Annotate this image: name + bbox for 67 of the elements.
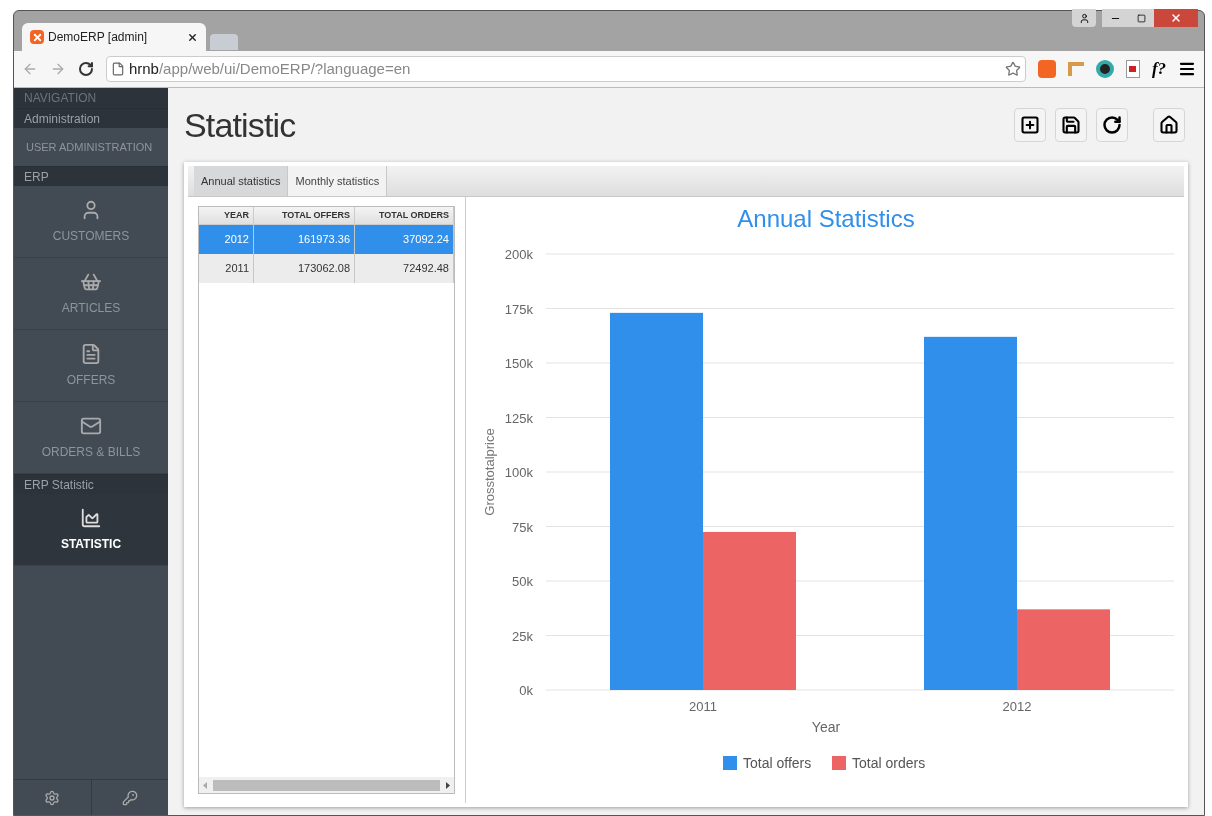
settings-icon — [44, 789, 61, 806]
scrollbar-thumb[interactable] — [213, 779, 440, 791]
add-icon — [1020, 115, 1040, 135]
sidebar-item[interactable]: STATISTIC — [14, 494, 168, 566]
extension-button[interactable]: f? — [1151, 56, 1167, 82]
bookmark-star-icon[interactable] — [1005, 61, 1021, 77]
save-button[interactable] — [1055, 108, 1087, 142]
y-tick-label: 125k — [504, 410, 533, 426]
refresh-button[interactable] — [1096, 108, 1128, 142]
page-title: Statistic — [184, 104, 296, 146]
x-tick-label: 2011 — [689, 699, 717, 714]
table-cell: 173062.08 — [254, 254, 355, 283]
app-logo-icon — [30, 30, 44, 44]
maximize-icon — [1136, 13, 1146, 23]
refresh-icon — [1102, 115, 1122, 135]
close-icon — [1170, 12, 1182, 24]
table-row[interactable]: 2011 173062.08 72492.48 — [199, 254, 454, 283]
sidebar-item-icon — [80, 506, 102, 529]
close-icon[interactable] — [187, 31, 198, 43]
pocket-extension-icon[interactable] — [1125, 60, 1140, 78]
y-tick-label: 150k — [504, 356, 533, 371]
y-tick-label: 200k — [504, 247, 533, 262]
reload-icon[interactable] — [77, 61, 94, 77]
column-header[interactable]: TOTAL OFFERS — [254, 207, 355, 224]
color-wheel-icon[interactable] — [1095, 60, 1114, 78]
page-icon — [110, 62, 125, 76]
y-tick-label: 100k — [504, 465, 533, 480]
sidebar-section-header: ERP Statistic — [14, 474, 168, 494]
table-cell: 2011 — [199, 254, 254, 283]
close-button[interactable] — [1154, 9, 1198, 27]
browser-tab[interactable]: DemoERP [admin] — [22, 23, 206, 51]
back-icon[interactable] — [22, 61, 38, 77]
save-icon — [1061, 115, 1081, 135]
home-icon — [1159, 115, 1179, 135]
column-header[interactable]: TOTAL ORDERS — [355, 207, 454, 224]
sidebar-title: NAVIGATION — [14, 88, 168, 108]
home-button[interactable] — [1153, 108, 1185, 142]
x-axis-label: Year — [811, 719, 841, 735]
scroll-left-icon[interactable] — [203, 781, 207, 789]
profile-button[interactable] — [1072, 9, 1096, 27]
scroll-right-icon[interactable] — [446, 781, 450, 789]
tab[interactable]: Annual statistics — [194, 166, 289, 196]
column-header[interactable]: YEAR — [199, 207, 254, 224]
sidebar-item-icon — [80, 342, 102, 365]
sidebar-section-header: Administration — [14, 108, 168, 128]
y-axis-label: Grosstotalprice — [482, 428, 497, 516]
chart-extension-icon[interactable] — [1038, 60, 1056, 78]
address-field[interactable]: hrnb/app/web/ui/DemoERP/?language=en — [105, 56, 1026, 82]
add-button[interactable] — [1014, 108, 1046, 142]
ruler-extension-icon[interactable] — [1067, 62, 1084, 76]
y-tick-label: 0k — [519, 683, 533, 698]
maximize-button[interactable] — [1128, 9, 1154, 27]
key-icon — [121, 789, 138, 806]
sidebar-section-header: ERP — [14, 166, 168, 186]
y-tick-label: 50k — [512, 574, 533, 589]
tab[interactable]: Monthly statistics — [288, 166, 388, 196]
y-tick-label: 75k — [512, 519, 533, 535]
y-tick-label: 175k — [504, 301, 533, 317]
y-tick-label: 25k — [512, 628, 533, 644]
legend-label: Total orders — [852, 755, 926, 771]
legend-label: Total offers — [743, 755, 812, 771]
menu-icon[interactable] — [1178, 60, 1196, 78]
horizontal-scrollbar[interactable] — [199, 777, 454, 793]
chart-title: Annual Statistics — [737, 205, 915, 232]
person-icon — [1078, 12, 1090, 24]
x-tick-label: 2012 — [1002, 699, 1032, 714]
table-cell: 72492.48 — [355, 254, 454, 283]
